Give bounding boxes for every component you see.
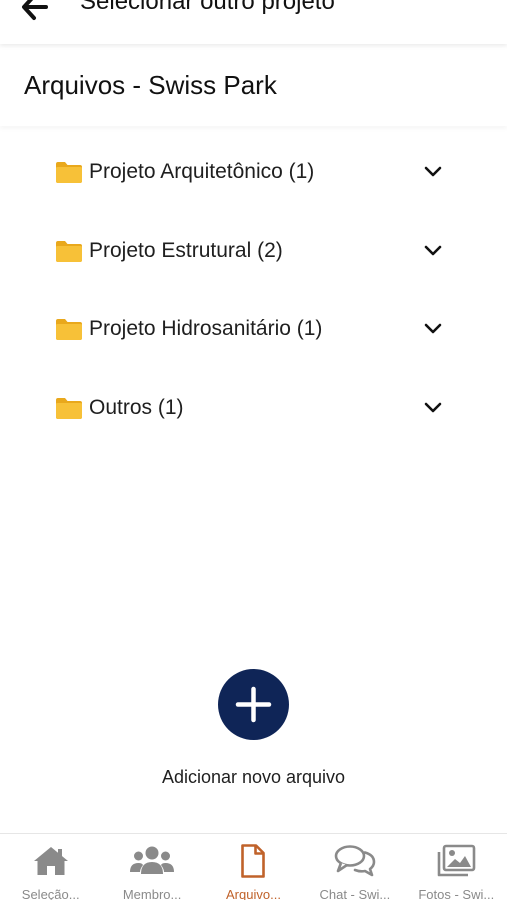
section-header: Arquivos - Swiss Park xyxy=(0,44,507,126)
folder-label: Projeto Estrutural (2) xyxy=(89,238,283,262)
chevron-down-icon[interactable] xyxy=(424,165,442,177)
nav-label: Fotos - Swi... xyxy=(418,887,495,900)
add-file-button[interactable] xyxy=(218,669,289,740)
folder-item-projeto-arquitetonico[interactable]: Projeto Arquitetônico (1) xyxy=(0,134,507,213)
folder-icon xyxy=(55,317,83,341)
folder-item-projeto-estrutural[interactable]: Projeto Estrutural (2) xyxy=(0,213,507,292)
chevron-down-icon[interactable] xyxy=(424,401,442,413)
nav-label: Arquivo... xyxy=(226,887,281,900)
nav-label: Membro... xyxy=(122,887,182,900)
file-icon xyxy=(233,844,273,878)
folder-icon xyxy=(55,396,83,420)
chat-icon xyxy=(334,844,376,878)
photos-icon xyxy=(436,844,476,878)
bottom-navigation: Seleção... Membro... Arquivo... Chat - S… xyxy=(0,833,507,900)
app-root: Selecionar outro projeto Arquivos - Swis… xyxy=(0,0,507,900)
nav-item-fotos[interactable]: Fotos - Swi... xyxy=(406,834,507,900)
page-title[interactable]: Selecionar outro projeto xyxy=(80,0,335,17)
plus-icon xyxy=(235,686,272,723)
nav-item-arquivos[interactable]: Arquivo... xyxy=(203,834,304,900)
folder-label: Outros (1) xyxy=(89,395,184,419)
arrow-left-icon[interactable] xyxy=(20,0,52,22)
nav-label: Seleção... xyxy=(21,887,80,900)
folder-item-outros[interactable]: Outros (1) xyxy=(0,370,507,449)
users-icon xyxy=(130,844,175,878)
folder-icon xyxy=(55,160,83,184)
nav-item-membros[interactable]: Membro... xyxy=(101,834,202,900)
folder-list: Projeto Arquitetônico (1) Projeto Estrut… xyxy=(0,134,507,448)
top-app-bar: Selecionar outro projeto xyxy=(0,0,507,44)
folder-label: Projeto Hidrosanitário (1) xyxy=(89,317,323,341)
chevron-down-icon[interactable] xyxy=(424,322,442,334)
nav-item-selecao[interactable]: Seleção... xyxy=(0,834,101,900)
folder-label: Projeto Arquitetônico (1) xyxy=(89,160,315,183)
chevron-down-icon[interactable] xyxy=(424,244,442,256)
nav-label: Chat - Swi... xyxy=(319,887,391,900)
folder-icon xyxy=(55,239,83,263)
add-file-label[interactable]: Adicionar novo arquivo xyxy=(0,765,507,789)
home-icon xyxy=(31,844,71,878)
nav-item-chat[interactable]: Chat - Swi... xyxy=(304,834,405,900)
section-heading: Arquivos - Swiss Park xyxy=(24,70,277,100)
folder-item-projeto-hidrosanitario[interactable]: Projeto Hidrosanitário (1) xyxy=(0,291,507,370)
